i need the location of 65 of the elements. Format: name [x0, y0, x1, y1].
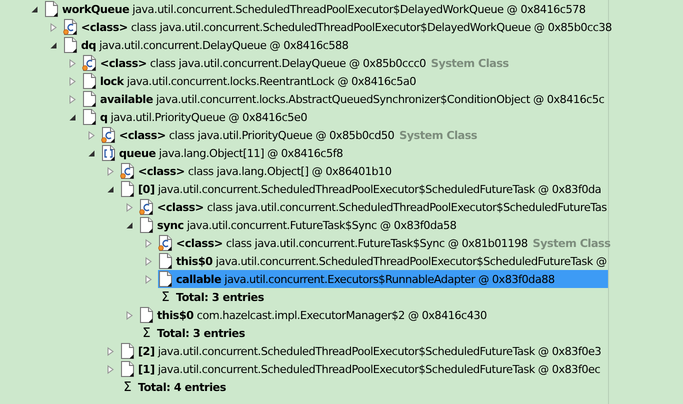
tree-item-label[interactable]: <class> class java.lang.Object[] @ 0x86401b10	[138, 164, 392, 178]
tree-item-label[interactable]: [2] java.util.concurrent.ScheduledThreadPoolExecutor$ScheduledFutureTask @ 0x83f0e3	[138, 344, 602, 358]
expand-arrow-icon[interactable]	[49, 22, 58, 32]
expand-arrow-icon[interactable]	[106, 346, 115, 356]
collapse-arrow-icon[interactable]	[68, 112, 77, 122]
collapse-arrow-icon[interactable]	[87, 148, 96, 158]
tree-item-label[interactable]: [1] java.util.concurrent.ScheduledThreadPoolExecutor$ScheduledFutureTask @ 0x83f0ec	[138, 362, 600, 376]
document-icon	[63, 37, 78, 53]
class-file-icon	[101, 127, 116, 143]
expand-arrow-icon[interactable]	[68, 94, 77, 104]
tree-item-label[interactable]: <class> class java.util.concurrent.ScheduledThreadPoolExecutor$DelayedWorkQueue @ 0x85b0cc38	[81, 20, 612, 34]
sum-icon: Σ	[120, 380, 135, 394]
expand-arrow-icon[interactable]	[144, 256, 153, 266]
document-icon	[44, 1, 59, 17]
tree-item-label[interactable]: available java.util.concurrent.locks.AbstractQueuedSynchronizer$ConditionObject @ 0x8416c5c	[100, 92, 604, 106]
tree-item-label[interactable]: queue java.lang.Object[11] @ 0x8416c5f8	[119, 146, 343, 160]
tree-item-label[interactable]: <class> class java.util.concurrent.DelayQueue @ 0x85b0ccc0	[100, 56, 426, 70]
tree-item-label[interactable]: <class> class java.util.concurrent.FutureTask$Sync @ 0x81b01198	[176, 236, 528, 250]
class-file-icon	[139, 199, 154, 215]
system-class-note: System Class	[430, 56, 509, 70]
expand-arrow-icon[interactable]	[125, 202, 134, 212]
collapse-arrow-icon[interactable]	[30, 4, 39, 14]
document-icon	[82, 109, 97, 125]
tree-item-label[interactable]: q java.util.PriorityQueue @ 0x8416c5e0	[100, 110, 308, 124]
document-icon	[158, 253, 173, 269]
system-class-note: System Class	[532, 236, 610, 250]
document-icon	[120, 361, 135, 377]
document-icon	[139, 307, 154, 323]
collapse-arrow-icon[interactable]	[125, 220, 134, 230]
tree-item-label[interactable]: workQueue java.util.concurrent.ScheduledThreadPoolExecutor$DelayedWorkQueue @ 0x8416c578	[62, 2, 586, 16]
expand-arrow-icon[interactable]	[106, 364, 115, 374]
system-class-note: System Class	[399, 128, 478, 142]
class-file-icon	[82, 55, 97, 71]
expand-arrow-icon[interactable]	[125, 310, 134, 320]
collapse-arrow-icon[interactable]	[106, 184, 115, 194]
tree-item-label[interactable]: this$0 java.util.concurrent.ScheduledThreadPoolExecutor$ScheduledFutureTask @	[176, 254, 607, 268]
expand-arrow-icon[interactable]	[106, 166, 115, 176]
class-file-icon	[158, 235, 173, 251]
sum-icon: Σ	[139, 326, 154, 340]
tree-item-label[interactable]: <class> class java.util.PriorityQueue @ 0x85b0cd50	[119, 128, 394, 142]
expand-arrow-icon[interactable]	[144, 238, 153, 248]
tree-item-label[interactable]: <class> class java.util.concurrent.ScheduledThreadPoolExecutor$ScheduledFutureTas	[157, 200, 607, 214]
class-file-icon	[63, 19, 78, 35]
total-label: Total: 4 entries	[138, 380, 226, 394]
class-file-icon	[120, 163, 135, 179]
tree-item-label[interactable]: this$0 com.hazelcast.impl.ExecutorManager$2 @ 0x8416c430	[157, 308, 487, 322]
document-icon	[82, 73, 97, 89]
tree-item-label[interactable]: [0] java.util.concurrent.ScheduledThreadPoolExecutor$ScheduledFutureTask @ 0x83f0da	[138, 182, 602, 196]
expand-arrow-icon[interactable]	[68, 76, 77, 86]
collapse-arrow-icon[interactable]	[49, 40, 58, 50]
tree-item-label[interactable]: dq java.util.concurrent.DelayQueue @ 0x8416c588	[81, 38, 348, 52]
expand-arrow-icon[interactable]	[87, 130, 96, 140]
document-icon	[139, 217, 154, 233]
tree-item-label[interactable]: sync java.util.concurrent.FutureTask$Sync @ 0x83f0da58	[157, 218, 456, 232]
tree-item-label[interactable]: lock java.util.concurrent.locks.ReentrantLock @ 0x8416c5a0	[100, 74, 416, 88]
total-label: Total: 3 entries	[176, 290, 264, 304]
sum-icon: Σ	[158, 290, 173, 304]
document-icon	[158, 271, 173, 287]
array-icon	[101, 145, 116, 161]
document-icon	[82, 91, 97, 107]
document-icon	[120, 343, 135, 359]
expand-arrow-icon[interactable]	[68, 58, 77, 68]
total-label: Total: 3 entries	[157, 326, 245, 340]
expand-arrow-icon[interactable]	[144, 274, 153, 284]
document-icon	[120, 181, 135, 197]
